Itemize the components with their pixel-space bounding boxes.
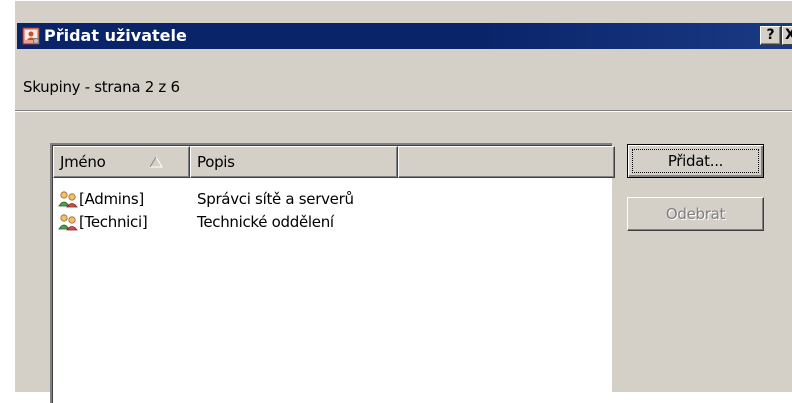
column-header-name-label: Jméno (60, 153, 106, 171)
group-name: [Admins] (79, 190, 144, 208)
add-button[interactable]: Přidat... (627, 144, 764, 178)
group-description: Technické oddělení (197, 213, 334, 231)
title-bar[interactable]: Přidat uživatele ? X (17, 23, 792, 49)
group-description: Správci sítě a serverů (197, 190, 354, 208)
separator-highlight (15, 111, 792, 112)
remove-button[interactable]: Odebrat (627, 197, 764, 231)
add-user-dialog: Přidat uživatele ? X Skupiny - strana 2 … (14, 0, 792, 403)
column-header-empty[interactable] (398, 146, 615, 178)
list-border-left (52, 145, 53, 403)
add-user-icon (22, 27, 40, 45)
window-title: Přidat uživatele (44, 26, 187, 45)
group-name: [Technici] (79, 213, 148, 231)
remove-button-label: Odebrat (665, 205, 726, 223)
focus-rectangle (632, 149, 759, 173)
list-item[interactable]: [Technici] Technické oddělení (53, 211, 593, 233)
list-header: Jméno Popis (53, 146, 615, 178)
sort-ascending-icon (149, 156, 163, 168)
user-group-icon (58, 214, 78, 231)
close-icon: X (785, 27, 792, 43)
help-button[interactable]: ? (760, 26, 781, 45)
help-icon: ? (766, 27, 775, 43)
column-header-name[interactable]: Jméno (53, 146, 190, 178)
page-subtitle: Skupiny - strana 2 z 6 (23, 78, 180, 96)
user-group-icon (58, 191, 78, 208)
group-list[interactable]: Jméno Popis [Admins] Správci sítě a serv… (50, 143, 615, 403)
column-header-description-label: Popis (197, 153, 235, 171)
list-item[interactable]: [Admins] Správci sítě a serverů (53, 188, 593, 210)
close-button[interactable]: X (782, 26, 792, 45)
column-header-description[interactable]: Popis (190, 146, 398, 178)
